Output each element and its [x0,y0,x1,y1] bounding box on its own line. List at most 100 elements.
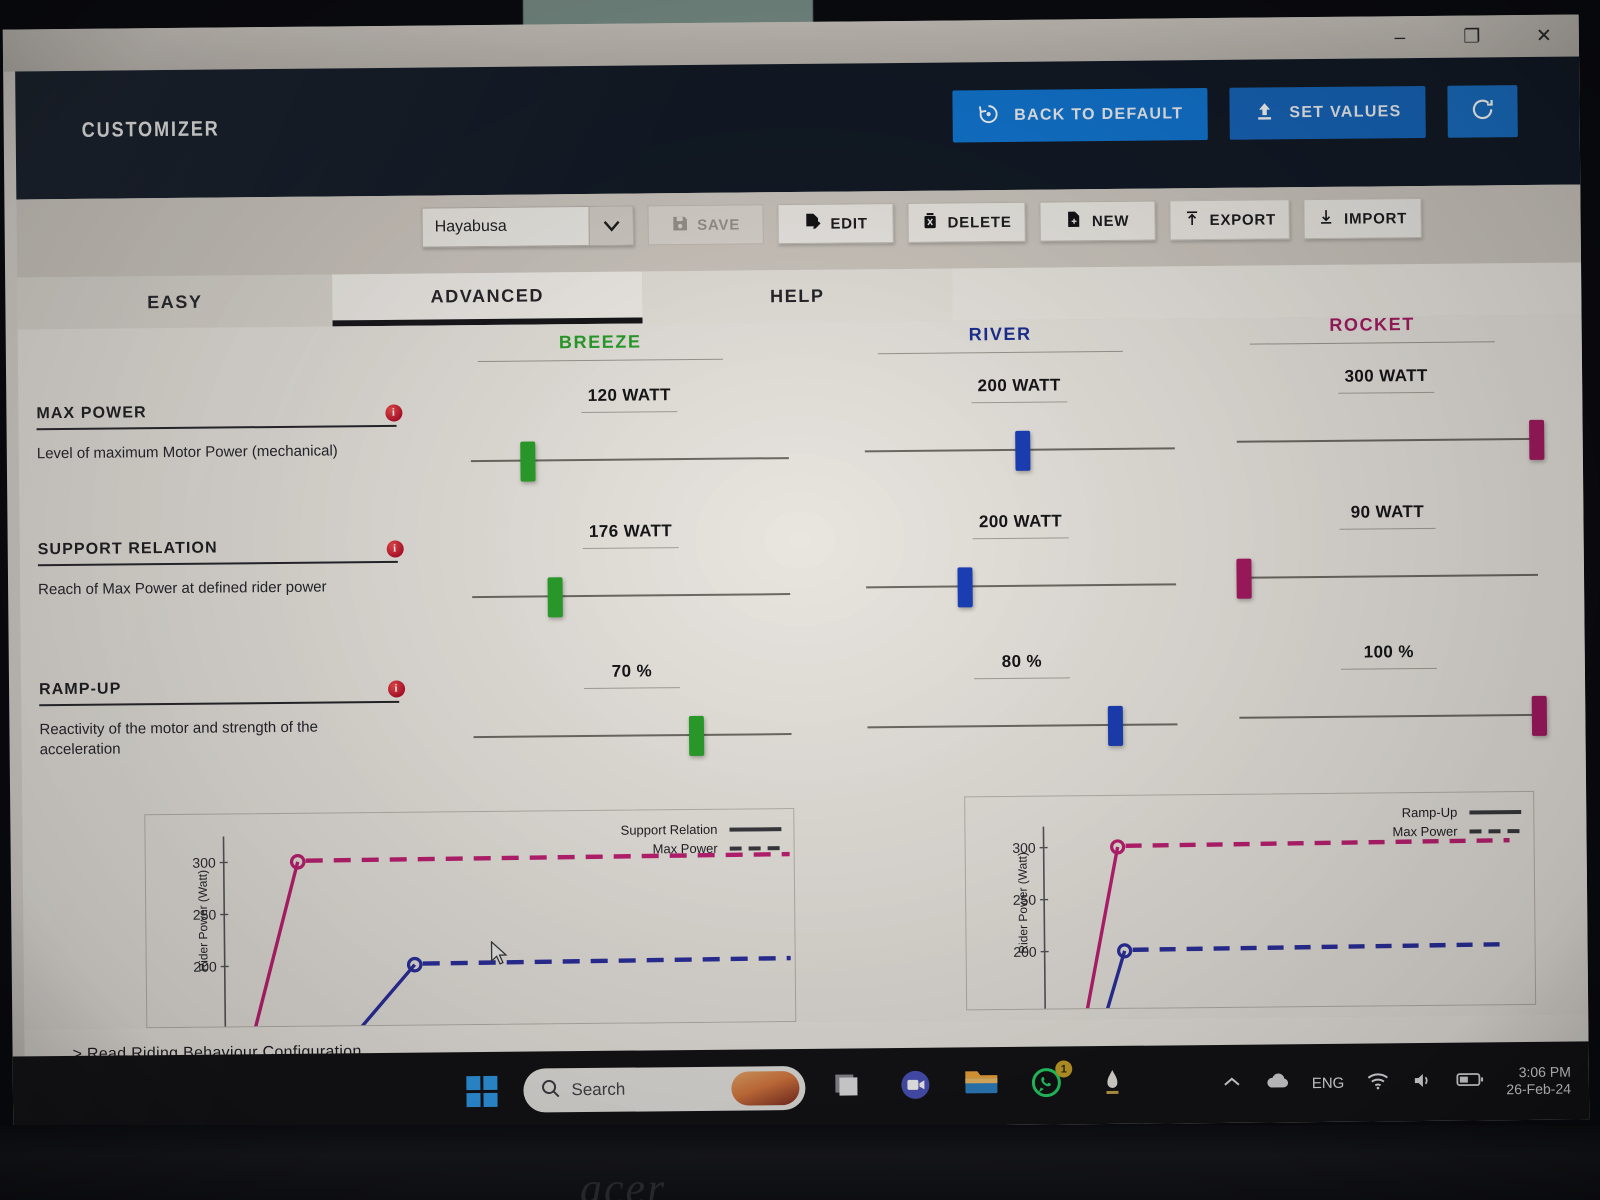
windows-start-icon[interactable] [466,1075,498,1107]
slider-thumb[interactable] [520,441,536,482]
slider-ramp-up-river[interactable] [867,703,1178,748]
pencil-edit-icon [803,213,821,235]
edit-label: EDIT [830,214,868,233]
edit-button[interactable]: EDIT [777,203,894,245]
delete-label: DELETE [947,213,1012,232]
slider-thumb[interactable] [688,715,704,757]
value-rule [581,411,678,414]
value-label: 300 WATT [1344,365,1428,386]
minimize-icon[interactable]: – [1387,27,1413,48]
close-icon[interactable]: ✕ [1531,25,1557,46]
slider-support-relation-river[interactable] [866,563,1177,608]
slider-thumb[interactable] [1107,705,1124,747]
value-label: 176 WATT [588,521,673,541]
parameter-support-relation: SUPPORT RELATION i Reach of Max Power at… [37,537,404,601]
slider-cell-ramp-up-river: 80 % [867,650,1178,748]
export-button[interactable]: EXPORT [1169,199,1291,241]
windows-taskbar: Search 1 ENG 3:06 PM 26-Feb-24 [12,1041,1590,1135]
slider-max-power-rocket[interactable] [1236,418,1545,463]
profile-select[interactable]: Hayabusa [421,205,634,248]
app-icon[interactable] [1095,1065,1135,1105]
chart-legend: Ramp-Up Max Power [1392,802,1522,841]
save-button[interactable]: SAVE [647,204,764,246]
profile-select-value: Hayabusa [434,217,507,236]
whatsapp-unread-badge: 1 [1055,1060,1073,1078]
value-rule [972,537,1069,540]
chart-support-relation: Support Relation Max Power Rider Power (… [144,808,797,1029]
photograph-of-laptop-screen: – ❐ ✕ CUSTOMIZER BACK TO DEFAULT SET VAL… [0,0,1600,1200]
tab-help[interactable]: HELP [642,268,953,324]
slider-thumb[interactable] [957,567,974,608]
slider-track [470,457,789,463]
slider-support-relation-breeze[interactable] [472,573,791,618]
value-label: 200 WATT [978,511,1063,532]
tab-advanced[interactable]: ADVANCED [332,271,643,327]
column-header-breeze-label: BREEZE [558,331,642,353]
new-document-icon [1066,210,1083,232]
brand-logo: acer [580,1164,667,1200]
set-values-button[interactable]: SET VALUES [1229,85,1426,140]
value-label: 120 WATT [587,385,671,405]
chart-y-axis-label: Rider Power (Watt) [195,869,211,972]
slider-ramp-up-rocket[interactable] [1239,694,1548,739]
clock[interactable]: 3:06 PM 26-Feb-24 [1506,1063,1571,1099]
tab-easy[interactable]: EASY [17,274,333,330]
wifi-icon[interactable] [1366,1071,1390,1094]
slider-max-power-river[interactable] [864,427,1175,472]
slider-thumb[interactable] [1236,558,1252,599]
chart-legend: Support Relation Max Power [621,819,782,859]
slider-thumb[interactable] [1531,695,1548,736]
legend-label: Max Power [1392,823,1458,840]
parameter-max-power: MAX POWER i Level of maximum Motor Power… [36,401,403,465]
parameter-ramp-up-title: RAMP-UP i [38,677,406,707]
slider-ramp-up-breeze[interactable] [473,713,792,758]
parameter-ramp-up: RAMP-UP i Reactivity of the motor and st… [38,677,406,761]
info-icon[interactable]: i [386,539,404,558]
legend-label: Max Power [652,840,718,857]
parameter-title-text: RAMP-UP [38,680,122,699]
import-arrow-down-icon [1318,208,1335,230]
new-button[interactable]: NEW [1039,200,1156,242]
slider-thumb[interactable] [1529,419,1545,460]
info-icon[interactable]: i [385,403,403,422]
search-input[interactable]: Search [523,1065,806,1113]
refresh-icon [1469,96,1495,127]
delete-button[interactable]: DELETE [907,201,1026,243]
value-label: 200 WATT [977,375,1061,396]
battery-icon[interactable] [1456,1071,1484,1091]
slider-cell-ramp-up-breeze: 70 % [473,660,792,758]
slider-max-power-breeze[interactable] [470,437,789,482]
whatsapp-icon[interactable]: 1 [1029,1060,1073,1105]
language-indicator[interactable]: ENG [1312,1074,1345,1091]
info-icon[interactable]: i [387,679,406,698]
legend-item: Max Power [621,838,782,859]
slider-thumb[interactable] [1015,430,1031,471]
legend-dashed-swatch [729,845,782,851]
legend-label: Support Relation [620,821,718,838]
teams-video-icon[interactable] [897,1067,937,1107]
file-explorer-icon[interactable] [963,1066,1003,1106]
refresh-button[interactable] [1447,85,1518,138]
onedrive-cloud-icon[interactable] [1264,1072,1290,1094]
export-label: EXPORT [1209,210,1277,229]
chart-ramp-up: Ramp-Up Max Power Rider Power (Watt) 300… [964,790,1537,1011]
floppy-disk-icon [671,215,688,236]
import-button[interactable]: IMPORT [1303,197,1422,240]
value-rule [582,547,679,550]
task-view-icon[interactable] [831,1067,871,1107]
slider-cell-max-power-breeze: 120 WATT [470,384,789,482]
page-title: CUSTOMIZER [81,117,220,142]
search-placeholder: Search [571,1079,626,1100]
set-values-label: SET VALUES [1289,103,1402,122]
slider-track [472,593,791,599]
slider-thumb[interactable] [547,577,563,618]
app-header: CUSTOMIZER BACK TO DEFAULT SET VALUES [15,56,1581,200]
slider-support-relation-rocket[interactable] [1236,554,1539,599]
show-hidden-icons-chevron-icon[interactable] [1222,1075,1242,1093]
volume-icon[interactable] [1412,1070,1434,1093]
value-label: 70 % [611,661,653,681]
search-icon [539,1077,561,1104]
back-to-default-button[interactable]: BACK TO DEFAULT [951,88,1208,143]
export-arrow-up-icon [1183,209,1200,231]
maximize-icon[interactable]: ❐ [1459,26,1485,47]
